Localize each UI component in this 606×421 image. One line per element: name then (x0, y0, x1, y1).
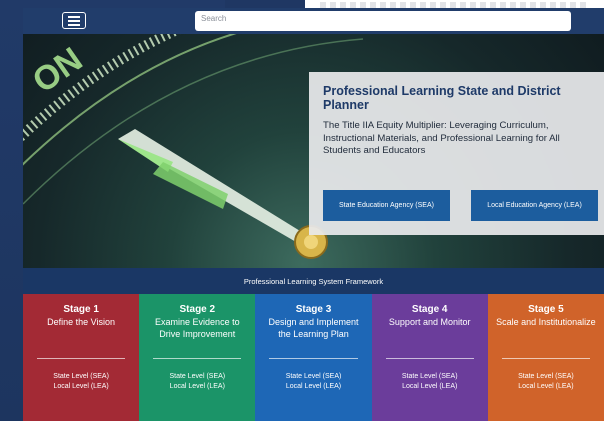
stage-name: Support and Monitor (388, 317, 471, 327)
hero-banner: ON Professional Learning State and Distr… (23, 34, 604, 268)
page-title: Professional Learning State and District… (323, 84, 561, 112)
local-level-link[interactable]: Local Level (LEA) (23, 382, 139, 392)
state-level-link[interactable]: State Level (SEA) (255, 372, 371, 382)
page-subtitle: The Title IIA Equity Multiplier: Leverag… (323, 120, 560, 156)
stage-name: Design and Implement the Learning Plan (268, 317, 359, 339)
app-screen: Search ON Professional Learning State an… (23, 8, 604, 421)
stage-levels: State Level (SEA) Local Level (LEA) (139, 372, 255, 392)
stage-name: Define the Vision (47, 317, 116, 327)
divider (269, 358, 358, 359)
stage-card-5[interactable]: Stage 5 Scale and Institutionalize State… (487, 294, 604, 421)
divider (37, 358, 126, 359)
stage-card-3[interactable]: Stage 3 Design and Implement the Learnin… (255, 294, 372, 421)
stage-levels: State Level (SEA) Local Level (LEA) (23, 372, 139, 392)
stage-number: Stage 2 (179, 304, 216, 315)
stage-levels: State Level (SEA) Local Level (LEA) (255, 372, 371, 392)
stage-card-1[interactable]: Stage 1 Define the Vision State Level (S… (23, 294, 140, 421)
stage-name: Scale and Institutionalize (496, 317, 596, 327)
lea-button[interactable]: Local Education Agency (LEA) (471, 190, 598, 221)
state-level-link[interactable]: State Level (SEA) (139, 372, 255, 382)
divider (501, 358, 591, 359)
hamburger-menu-icon[interactable] (62, 12, 86, 29)
local-level-link[interactable]: Local Level (LEA) (255, 382, 371, 392)
stage-levels: State Level (SEA) Local Level (LEA) (372, 372, 488, 392)
stage-name: Examine Evidence to Drive Improvement (155, 317, 240, 339)
stage-card-4[interactable]: Stage 4 Support and Monitor State Level … (371, 294, 488, 421)
stage-card-2[interactable]: Stage 2 Examine Evidence to Drive Improv… (139, 294, 256, 421)
divider (153, 358, 242, 359)
framework-label: Professional Learning System Framework (23, 268, 604, 294)
local-level-link[interactable]: Local Level (LEA) (139, 382, 255, 392)
local-level-link[interactable]: Local Level (LEA) (372, 382, 488, 392)
stage-number: Stage 3 (295, 304, 332, 315)
stage-number: Stage 4 (411, 304, 448, 315)
state-level-link[interactable]: State Level (SEA) (372, 372, 488, 382)
state-level-link[interactable]: State Level (SEA) (488, 372, 604, 382)
stage-levels: State Level (SEA) Local Level (LEA) (488, 372, 604, 392)
local-level-link[interactable]: Local Level (LEA) (488, 382, 604, 392)
top-bar: Search (23, 8, 604, 34)
divider (385, 358, 474, 359)
svg-text:ON: ON (26, 40, 90, 100)
stage-cards: Stage 1 Define the Vision State Level (S… (23, 294, 604, 421)
hero-card: Professional Learning State and District… (309, 72, 604, 235)
state-level-link[interactable]: State Level (SEA) (23, 372, 139, 382)
search-input[interactable]: Search (195, 11, 571, 31)
stage-number: Stage 5 (528, 304, 564, 315)
stage-number: Stage 1 (63, 304, 99, 315)
sea-button[interactable]: State Education Agency (SEA) (323, 190, 450, 221)
